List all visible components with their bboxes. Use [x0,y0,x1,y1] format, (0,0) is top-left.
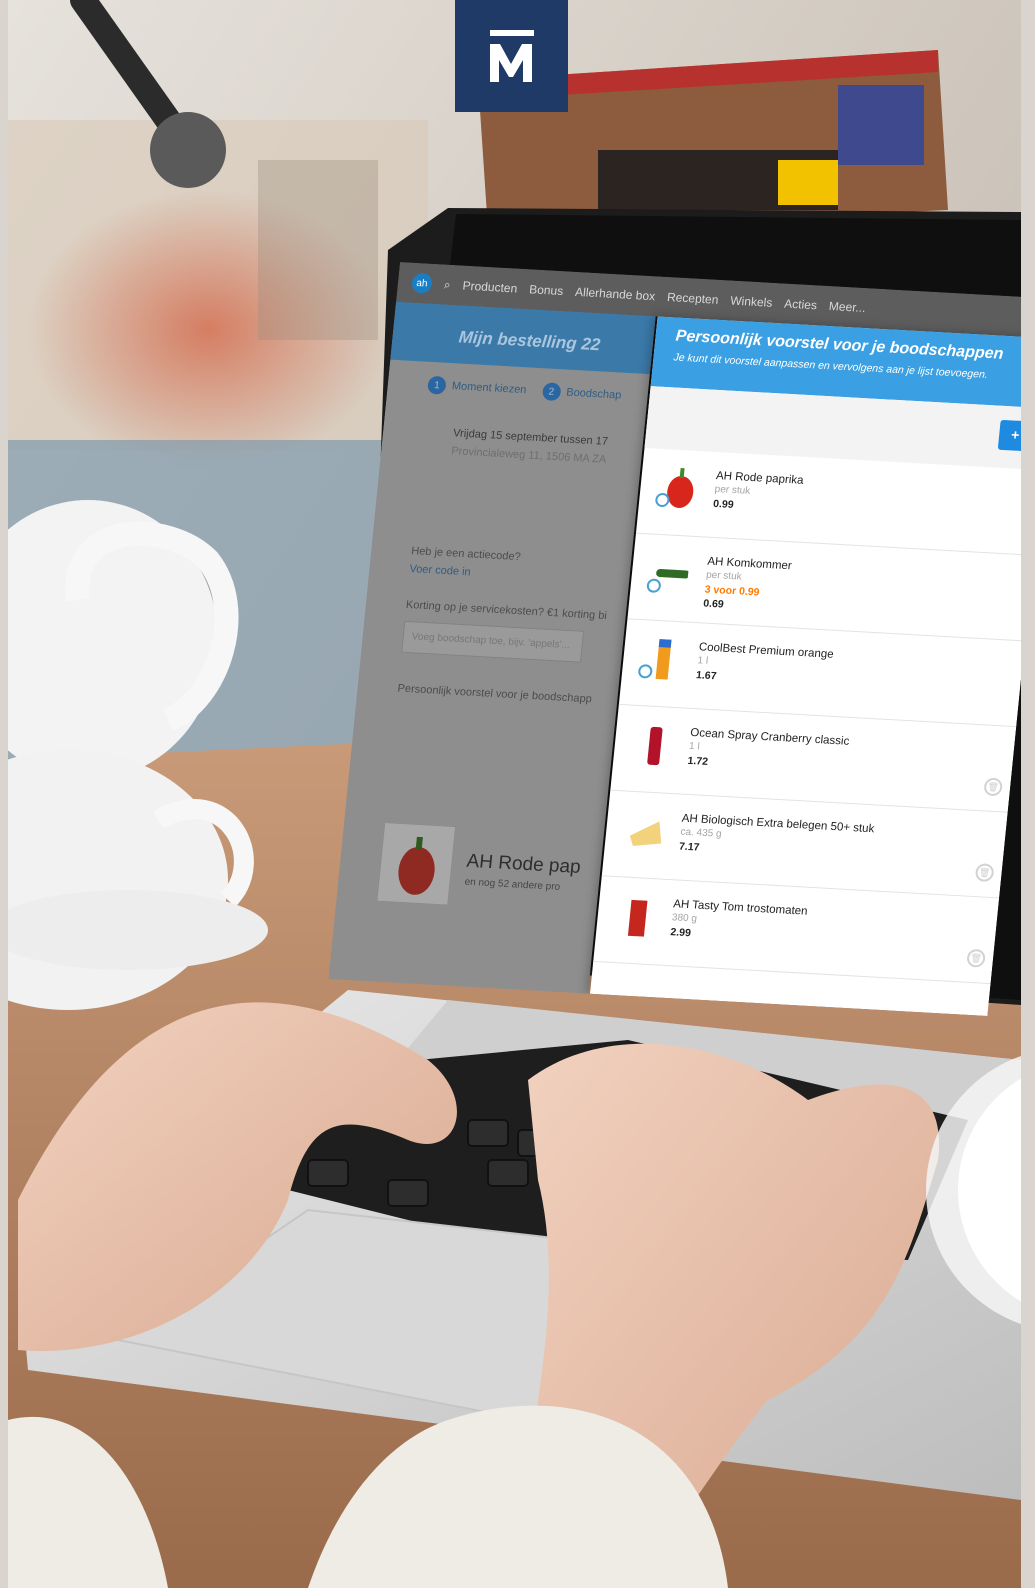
step-number: 2 [541,382,562,402]
product-price: 2.99 [669,926,692,940]
nav-item[interactable]: Meer... [828,299,866,315]
product-unit: ca. 435 g [679,826,723,840]
nav-item[interactable]: Bonus [529,282,564,298]
trash-icon[interactable]: 🗑 [966,948,986,968]
product-unit: 380 g [671,912,698,925]
add-item-input[interactable]: Voeg boodschap toe, bijv. 'appels'... [401,620,585,663]
suggested-item-name: AH Rode pap [465,850,582,878]
product-image [627,899,648,937]
brand-logo [455,0,568,112]
product-image [647,726,663,766]
product-price: 0.99 [712,497,735,511]
ah-logo-icon[interactable]: ah [410,272,433,294]
step-label[interactable]: Moment kiezen [451,380,527,396]
product-unit: 1 l [697,655,709,667]
brand-logo-mark [490,30,534,82]
nav-item[interactable]: Acties [784,297,818,313]
product-promo: 3 voor 0.99 [704,583,761,599]
nav-item[interactable]: Recepten [666,290,719,307]
product-unit: per stuk [714,483,751,497]
suggested-item-sub: en nog 52 andere pro [464,876,561,893]
nav-item[interactable]: Allerhande box [575,285,656,303]
product-price: 7.17 [678,840,701,854]
suggested-item[interactable]: AH Rode pap en nog 52 andere pro [365,821,604,923]
laptop-screen: ah ⌕ Producten Bonus Allerhande box Rece… [328,262,1021,1016]
product-price: 0.69 [702,597,725,611]
step-label[interactable]: Boodschap [566,387,622,402]
product-unit: 1 l [688,740,701,753]
suggestion-panel: Persoonlijk voorstel voor je boodschappe… [590,316,1021,1016]
suggestion-line[interactable]: Persoonlijk voorstel voor je boodschapp [357,680,618,706]
product-price: 1.72 [686,754,709,768]
pepper-image [376,821,457,906]
nav-item[interactable]: Winkels [730,294,773,310]
product-price: 1.67 [695,669,718,683]
nav-item[interactable]: Producten [462,279,518,296]
add-to-list-button[interactable]: + V [997,419,1021,453]
service-cost-line: Korting op je servicekosten? €1 korting … [405,598,608,623]
trash-icon[interactable]: 🗑 [974,863,995,883]
product-unit: per stuk [705,569,743,583]
product-image [629,821,662,846]
step-number: 1 [427,375,447,395]
photo-frame: ah ⌕ Producten Bonus Allerhande box Rece… [8,0,1021,1588]
trash-icon[interactable]: 🗑 [983,777,1004,797]
search-icon[interactable]: ⌕ [443,277,451,292]
product-name: CoolBest Premium orange [698,641,835,661]
product-name: Ocean Spray Cranberry classic [689,726,850,748]
